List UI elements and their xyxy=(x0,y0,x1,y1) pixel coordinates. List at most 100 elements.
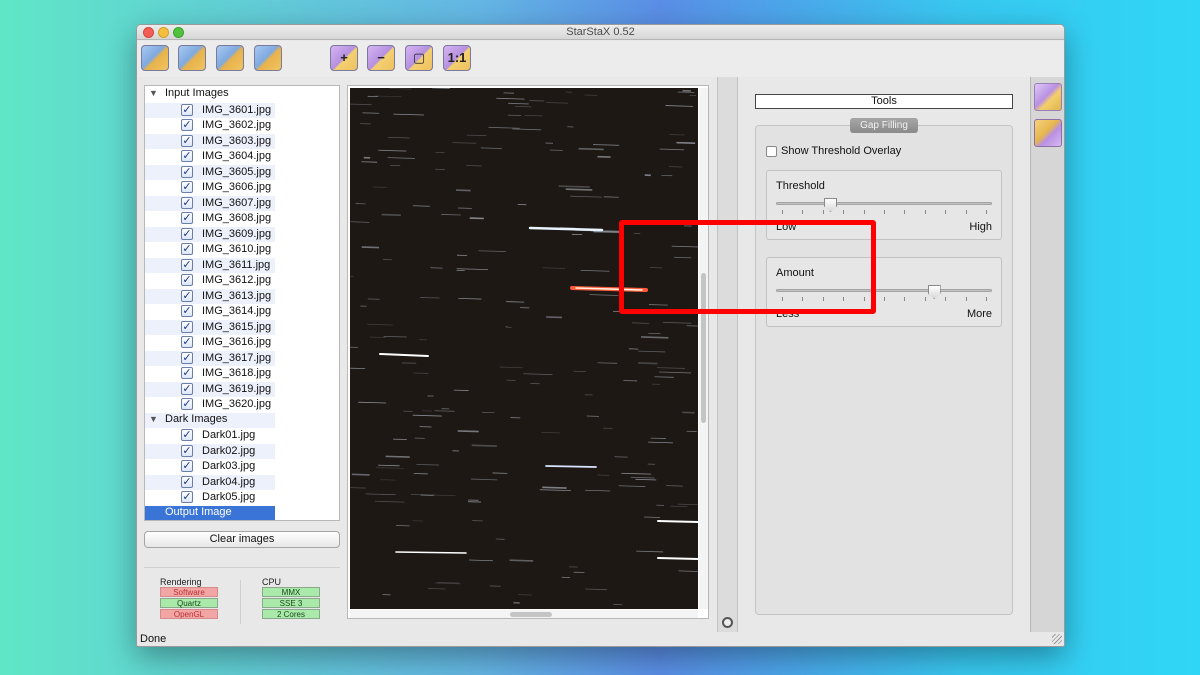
star-trail xyxy=(635,478,657,481)
clear-images-button[interactable]: Clear images xyxy=(144,531,340,548)
input-images-group[interactable]: ▼ Input Images xyxy=(145,87,275,103)
list-item[interactable]: ✓ IMG_3601.jpg xyxy=(145,102,275,118)
image-filename: IMG_3616.jpg xyxy=(202,336,272,348)
star-trail xyxy=(351,473,370,476)
output-image-item[interactable]: Output Image xyxy=(145,505,275,520)
image-checkbox[interactable]: ✓ xyxy=(181,196,193,209)
disclosure-triangle-icon[interactable]: ▼ xyxy=(149,414,159,424)
gap-filling-button[interactable] xyxy=(1034,119,1062,147)
show-threshold-overlay-checkbox[interactable] xyxy=(766,146,777,157)
image-checkbox[interactable]: ✓ xyxy=(181,181,193,193)
zoom-actual-icon: 1:1 xyxy=(447,50,467,65)
image-checkbox[interactable]: ✓ xyxy=(181,382,193,395)
zoom-in-button[interactable]: + xyxy=(330,45,358,71)
image-checkbox[interactable]: ✓ xyxy=(181,491,193,503)
list-item[interactable]: ✓ IMG_3602.jpg xyxy=(145,118,275,134)
image-viewer[interactable] xyxy=(347,85,709,619)
open-images-button[interactable] xyxy=(141,45,169,71)
slider-tick xyxy=(884,210,885,214)
image-checkbox[interactable]: ✓ xyxy=(181,351,193,364)
list-item[interactable]: ✓ IMG_3608.jpg xyxy=(145,211,275,227)
list-item[interactable]: ✓ IMG_3614.jpg xyxy=(145,304,275,320)
image-checkbox[interactable]: ✓ xyxy=(181,475,193,488)
panel-splitter[interactable] xyxy=(717,77,738,632)
list-item[interactable]: ✓ IMG_3617.jpg xyxy=(145,350,275,366)
image-checkbox[interactable]: ✓ xyxy=(181,274,193,286)
amount-slider-thumb[interactable] xyxy=(927,285,941,299)
image-checkbox[interactable]: ✓ xyxy=(181,258,193,271)
resize-grip[interactable] xyxy=(1052,634,1062,644)
star-trail xyxy=(496,97,525,100)
star-trail xyxy=(456,268,489,271)
list-item[interactable]: ✓ Dark02.jpg xyxy=(145,443,275,459)
list-item[interactable]: ✓ IMG_3615.jpg xyxy=(145,319,275,335)
list-item[interactable]: ✓ IMG_3620.jpg xyxy=(145,397,275,413)
image-tree[interactable]: ▼ Input Images ✓ IMG_3601.jpg ✓ IMG_3602.jpg ✓… xyxy=(144,85,340,521)
list-item[interactable]: ✓ IMG_3607.jpg xyxy=(145,195,275,211)
star-trail xyxy=(659,371,692,374)
image-checkbox[interactable]: ✓ xyxy=(181,243,193,255)
slider-tick xyxy=(924,297,926,301)
list-item[interactable]: ✓ IMG_3616.jpg xyxy=(145,335,275,351)
gap-filling-tab[interactable]: Gap Filling xyxy=(850,118,918,133)
open-dark-images-button[interactable] xyxy=(178,45,206,71)
list-item[interactable]: ✓ IMG_3611.jpg xyxy=(145,257,275,273)
list-item[interactable]: ✓ Dark03.jpg xyxy=(145,459,275,475)
tool-sidebar xyxy=(1030,77,1064,632)
list-item[interactable]: ✓ IMG_3605.jpg xyxy=(145,164,275,180)
list-item[interactable]: ✓ IMG_3613.jpg xyxy=(145,288,275,304)
image-checkbox[interactable]: ✓ xyxy=(181,212,193,224)
image-checkbox[interactable]: ✓ xyxy=(181,398,193,410)
list-item[interactable]: ✓ IMG_3603.jpg xyxy=(145,133,275,149)
zoom-out-button[interactable]: − xyxy=(367,45,395,71)
image-checkbox[interactable]: ✓ xyxy=(181,119,193,131)
list-item[interactable]: ✓ Dark01.jpg xyxy=(145,428,275,444)
vertical-scrollbar[interactable] xyxy=(699,88,708,609)
zoom-fit-button[interactable]: ▢ xyxy=(405,45,433,71)
zoom-icon[interactable] xyxy=(722,617,733,628)
image-checkbox[interactable]: ✓ xyxy=(181,429,193,441)
image-checkbox[interactable]: ✓ xyxy=(181,134,193,147)
image-checkbox[interactable]: ✓ xyxy=(181,227,193,240)
list-item[interactable]: ✓ IMG_3610.jpg xyxy=(145,242,275,258)
image-checkbox[interactable]: ✓ xyxy=(181,289,193,302)
image-checkbox[interactable]: ✓ xyxy=(181,103,193,116)
slider-tick xyxy=(863,210,865,214)
slider-tick xyxy=(965,297,967,301)
zoom-actual-button[interactable]: 1:1 xyxy=(443,45,471,71)
star-trail xyxy=(580,269,610,272)
image-checkbox[interactable]: ✓ xyxy=(181,305,193,317)
list-item[interactable]: ✓ IMG_3618.jpg xyxy=(145,366,275,382)
image-checkbox[interactable]: ✓ xyxy=(181,320,193,333)
threshold-slider-track[interactable] xyxy=(776,202,992,205)
star-trail xyxy=(657,367,685,369)
threshold-slider-thumb[interactable] xyxy=(824,198,837,212)
list-item[interactable]: ✓ IMG_3612.jpg xyxy=(145,273,275,289)
list-item[interactable]: ✓ IMG_3609.jpg xyxy=(145,226,275,242)
star-trail xyxy=(662,322,692,324)
list-item[interactable]: ✓ Dark04.jpg xyxy=(145,474,275,490)
image-checkbox[interactable]: ✓ xyxy=(181,165,193,178)
horizontal-scroll-thumb[interactable] xyxy=(510,612,552,617)
star-trail xyxy=(389,88,412,90)
dark-images-group[interactable]: ▼ Dark Images xyxy=(145,412,275,428)
show-threshold-overlay-label[interactable]: Show Threshold Overlay xyxy=(781,145,901,157)
image-checkbox[interactable]: ✓ xyxy=(181,460,193,472)
image-checkbox[interactable]: ✓ xyxy=(181,444,193,457)
list-item[interactable]: ✓ IMG_3619.jpg xyxy=(145,381,275,397)
disclosure-triangle-icon[interactable]: ▼ xyxy=(149,88,159,98)
list-item[interactable]: ✓ Dark05.jpg xyxy=(145,490,275,506)
list-item[interactable]: ✓ IMG_3604.jpg xyxy=(145,149,275,165)
image-filename: IMG_3609.jpg xyxy=(202,227,272,240)
image-checkbox[interactable]: ✓ xyxy=(181,150,193,162)
image-checkbox[interactable]: ✓ xyxy=(181,336,193,348)
export-button[interactable] xyxy=(254,45,282,71)
save-image-button[interactable] xyxy=(216,45,244,71)
image-checkbox[interactable]: ✓ xyxy=(181,367,193,379)
horizontal-scrollbar[interactable] xyxy=(350,610,698,618)
star-trail xyxy=(592,144,620,146)
list-item[interactable]: ✓ IMG_3606.jpg xyxy=(145,180,275,196)
image-filename: IMG_3606.jpg xyxy=(202,181,272,193)
blending-mode-button[interactable] xyxy=(1034,83,1062,111)
slider-tick xyxy=(822,210,824,214)
